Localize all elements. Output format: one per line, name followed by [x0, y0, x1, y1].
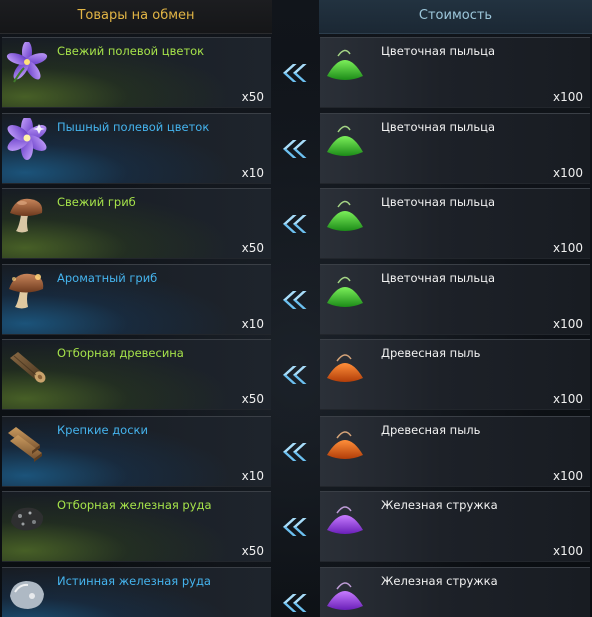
green-pollen-icon — [327, 200, 363, 231]
purple-shavings-icon — [327, 582, 363, 610]
exchange-row[interactable]: Крепкие доски x10 Древесная пыль x100 — [0, 416, 592, 487]
violet-flower-icon — [6, 42, 48, 83]
cost-slot[interactable]: Железная стружка x100 — [320, 491, 590, 562]
cost-quantity: x100 — [552, 90, 583, 104]
green-pollen-icon — [327, 125, 363, 156]
exchange-arrow-icon — [279, 289, 307, 311]
exchange-item-slot[interactable]: Крепкие доски x10 — [2, 416, 271, 487]
cost-quantity: x100 — [552, 392, 583, 406]
item-quantity: x50 — [241, 90, 264, 104]
item-quantity: x10 — [241, 469, 264, 483]
planks-icon — [8, 427, 42, 462]
item-quantity: x50 — [241, 241, 264, 255]
cost-name: Цветочная пыльца — [381, 44, 496, 58]
item-quantity: x10 — [241, 166, 264, 180]
green-pollen-icon — [327, 276, 363, 307]
exchange-item-slot[interactable]: Свежий гриб x50 — [2, 188, 271, 259]
cost-name: Древесная пыль — [381, 346, 481, 360]
item-name: Крепкие доски — [57, 423, 148, 437]
exchange-arrow-icon — [279, 441, 307, 463]
exchange-item-slot[interactable]: Отборная древесина x50 — [2, 339, 271, 410]
cost-quantity: x100 — [552, 317, 583, 331]
exchange-arrow-icon — [279, 138, 307, 160]
exchange-arrow-icon — [279, 62, 307, 84]
exchange-arrow-icon — [279, 516, 307, 538]
cost-quantity: x100 — [552, 241, 583, 255]
cost-slot[interactable]: Цветочная пыльца x100 — [320, 264, 590, 335]
item-quantity: x50 — [241, 392, 264, 406]
cost-quantity: x100 — [552, 469, 583, 483]
green-pollen-icon — [327, 49, 363, 80]
cost-name: Железная стружка — [381, 574, 498, 588]
item-name: Ароматный гриб — [57, 271, 158, 285]
cost-slot[interactable]: Древесная пыль x100 — [320, 339, 590, 410]
exchange-row[interactable]: Свежий полевой цветок x50 Цветочная пыль… — [0, 37, 592, 108]
exchange-item-slot[interactable]: Истинная железная руда — [2, 567, 271, 617]
cost-quantity: x100 — [552, 544, 583, 558]
item-quantity: x50 — [241, 544, 264, 558]
exchange-row[interactable]: Истинная железная руда Железная стружка — [0, 567, 592, 617]
log-icon — [10, 352, 46, 383]
exchange-item-slot[interactable]: Ароматный гриб x10 — [2, 264, 271, 335]
cost-slot[interactable]: Цветочная пыльца x100 — [320, 188, 590, 259]
cost-quantity: x100 — [552, 166, 583, 180]
item-name: Свежий полевой цветок — [57, 44, 205, 58]
cost-header: Стоимость — [319, 0, 592, 34]
item-quantity: x10 — [241, 317, 264, 331]
cost-name: Древесная пыль — [381, 423, 481, 437]
exchange-item-slot[interactable]: Пышный полевой цветок x10 — [2, 113, 271, 184]
mushroom-icon — [10, 198, 43, 233]
exchange-row[interactable]: Отборная железная руда x50 Железная стру… — [0, 491, 592, 562]
cost-name: Железная стружка — [381, 498, 498, 512]
cost-name: Цветочная пыльца — [381, 120, 496, 134]
exchange-window: Товары на обмен Стоимость Свежий полевой… — [0, 0, 592, 617]
orange-sawdust-icon — [327, 354, 363, 382]
cost-slot[interactable]: Железная стружка — [320, 567, 590, 617]
item-name: Отборная железная руда — [57, 498, 212, 512]
cost-slot[interactable]: Цветочная пыльца x100 — [320, 37, 590, 108]
exchange-item-slot[interactable]: Свежий полевой цветок x50 — [2, 37, 271, 108]
cost-name: Цветочная пыльца — [381, 271, 496, 285]
item-name: Пышный полевой цветок — [57, 120, 210, 134]
exchange-arrow-icon — [279, 213, 307, 235]
orange-sawdust-icon — [327, 431, 363, 459]
exchange-row[interactable]: Ароматный гриб x10 Цветочная пыльца x100 — [0, 264, 592, 335]
exchange-arrow-icon — [279, 364, 307, 386]
purple-shavings-icon — [327, 506, 363, 534]
exchange-goods-header: Товары на обмен — [0, 0, 272, 34]
exchange-arrow-icon — [279, 592, 307, 614]
item-name: Истинная железная руда — [57, 574, 211, 588]
aromatic-mushroom-icon — [9, 273, 44, 309]
exchange-item-slot[interactable]: Отборная железная руда x50 — [2, 491, 271, 562]
lush-violet-flower-icon — [7, 118, 47, 160]
exchange-row[interactable]: Пышный полевой цветок x10 Цветочная пыль… — [0, 113, 592, 184]
exchange-row[interactable]: Свежий гриб x50 Цветочная пыльца x100 — [0, 188, 592, 259]
pure-iron-ore-icon — [10, 581, 44, 609]
cost-slot[interactable]: Цветочная пыльца x100 — [320, 113, 590, 184]
item-name: Свежий гриб — [57, 195, 136, 209]
iron-ore-icon — [11, 507, 44, 531]
cost-slot[interactable]: Древесная пыль x100 — [320, 416, 590, 487]
cost-name: Цветочная пыльца — [381, 195, 496, 209]
exchange-row[interactable]: Отборная древесина x50 Древесная пыль x1… — [0, 339, 592, 410]
item-name: Отборная древесина — [57, 346, 184, 360]
